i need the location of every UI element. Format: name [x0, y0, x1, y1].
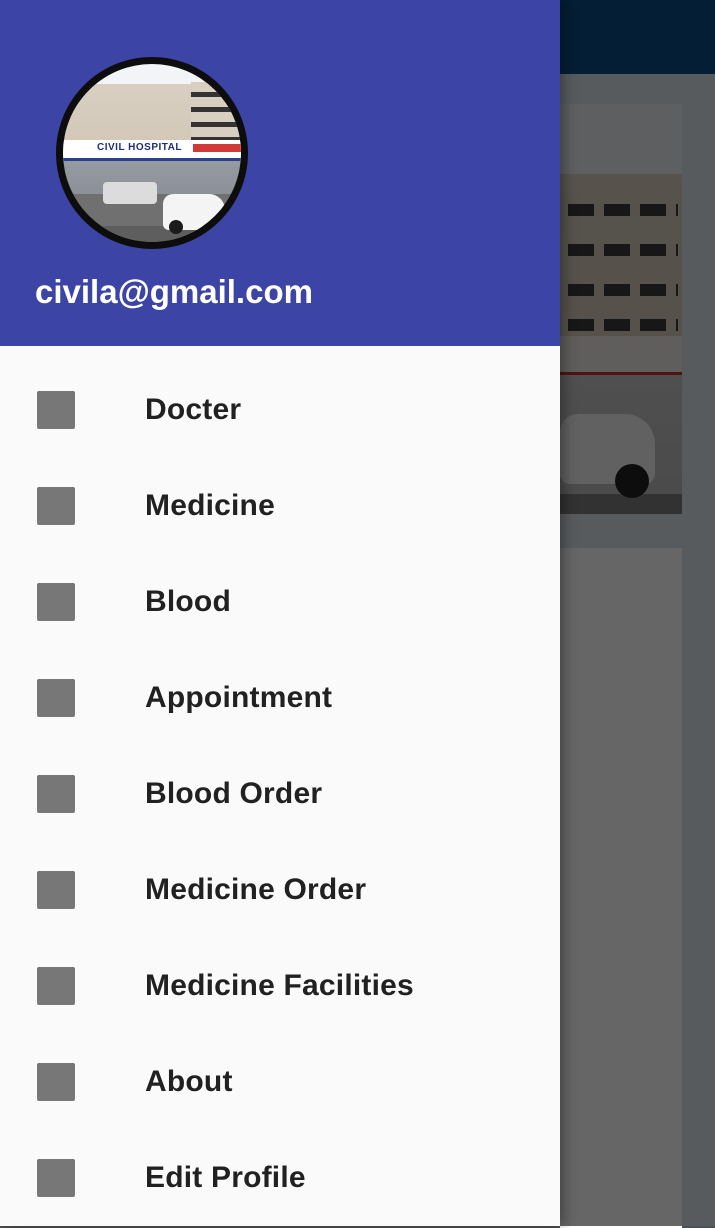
menu-item-blood[interactable]: Blood	[0, 538, 560, 634]
car-tire	[169, 220, 183, 234]
menu-item-appointment[interactable]: Appointment	[0, 634, 560, 730]
menu-item-label: Edit Profile	[145, 1161, 306, 1194]
square-placeholder-icon	[37, 1159, 75, 1197]
drawer-menu: Docter Medicine Blood Appointment Blood Orde…	[0, 346, 560, 1210]
square-placeholder-icon	[37, 967, 75, 1005]
menu-item-label: Docter	[145, 393, 242, 426]
menu-item-label: Medicine Facilities	[145, 969, 414, 1002]
hospital-photo: CIVIL HOSPITAL	[63, 64, 241, 242]
square-placeholder-icon	[37, 583, 75, 621]
square-placeholder-icon	[37, 679, 75, 717]
menu-item-label: Blood	[145, 585, 231, 618]
menu-item-docter[interactable]: Docter	[0, 346, 560, 442]
menu-item-edit-profile[interactable]: Edit Profile	[0, 1114, 560, 1210]
menu-item-label: About	[145, 1065, 233, 1098]
drawer-header: CIVIL HOSPITAL civila@gmail.com	[0, 0, 560, 346]
square-placeholder-icon	[37, 391, 75, 429]
menu-item-label: Appointment	[145, 681, 333, 714]
menu-item-label: Blood Order	[145, 777, 323, 810]
profile-avatar[interactable]: CIVIL HOSPITAL	[56, 57, 248, 249]
square-placeholder-icon	[37, 775, 75, 813]
parked-van	[103, 182, 157, 204]
menu-item-medicine-order[interactable]: Medicine Order	[0, 826, 560, 922]
menu-item-label: Medicine Order	[145, 873, 367, 906]
square-placeholder-icon	[37, 871, 75, 909]
sign-red-stripe	[193, 144, 241, 152]
car-tire	[207, 220, 221, 234]
square-placeholder-icon	[37, 1063, 75, 1101]
menu-item-about[interactable]: About	[0, 1018, 560, 1114]
hospital-sign-text: CIVIL HOSPITAL	[97, 142, 182, 153]
menu-item-medicine-facilities[interactable]: Medicine Facilities	[0, 922, 560, 1018]
square-placeholder-icon	[37, 487, 75, 525]
menu-item-label: Medicine	[145, 489, 275, 522]
menu-item-blood-order[interactable]: Blood Order	[0, 730, 560, 826]
user-email: civila@gmail.com	[35, 273, 313, 310]
navigation-drawer: CIVIL HOSPITAL civila@gmail.com Docter Me…	[0, 0, 560, 1226]
menu-item-medicine[interactable]: Medicine	[0, 442, 560, 538]
